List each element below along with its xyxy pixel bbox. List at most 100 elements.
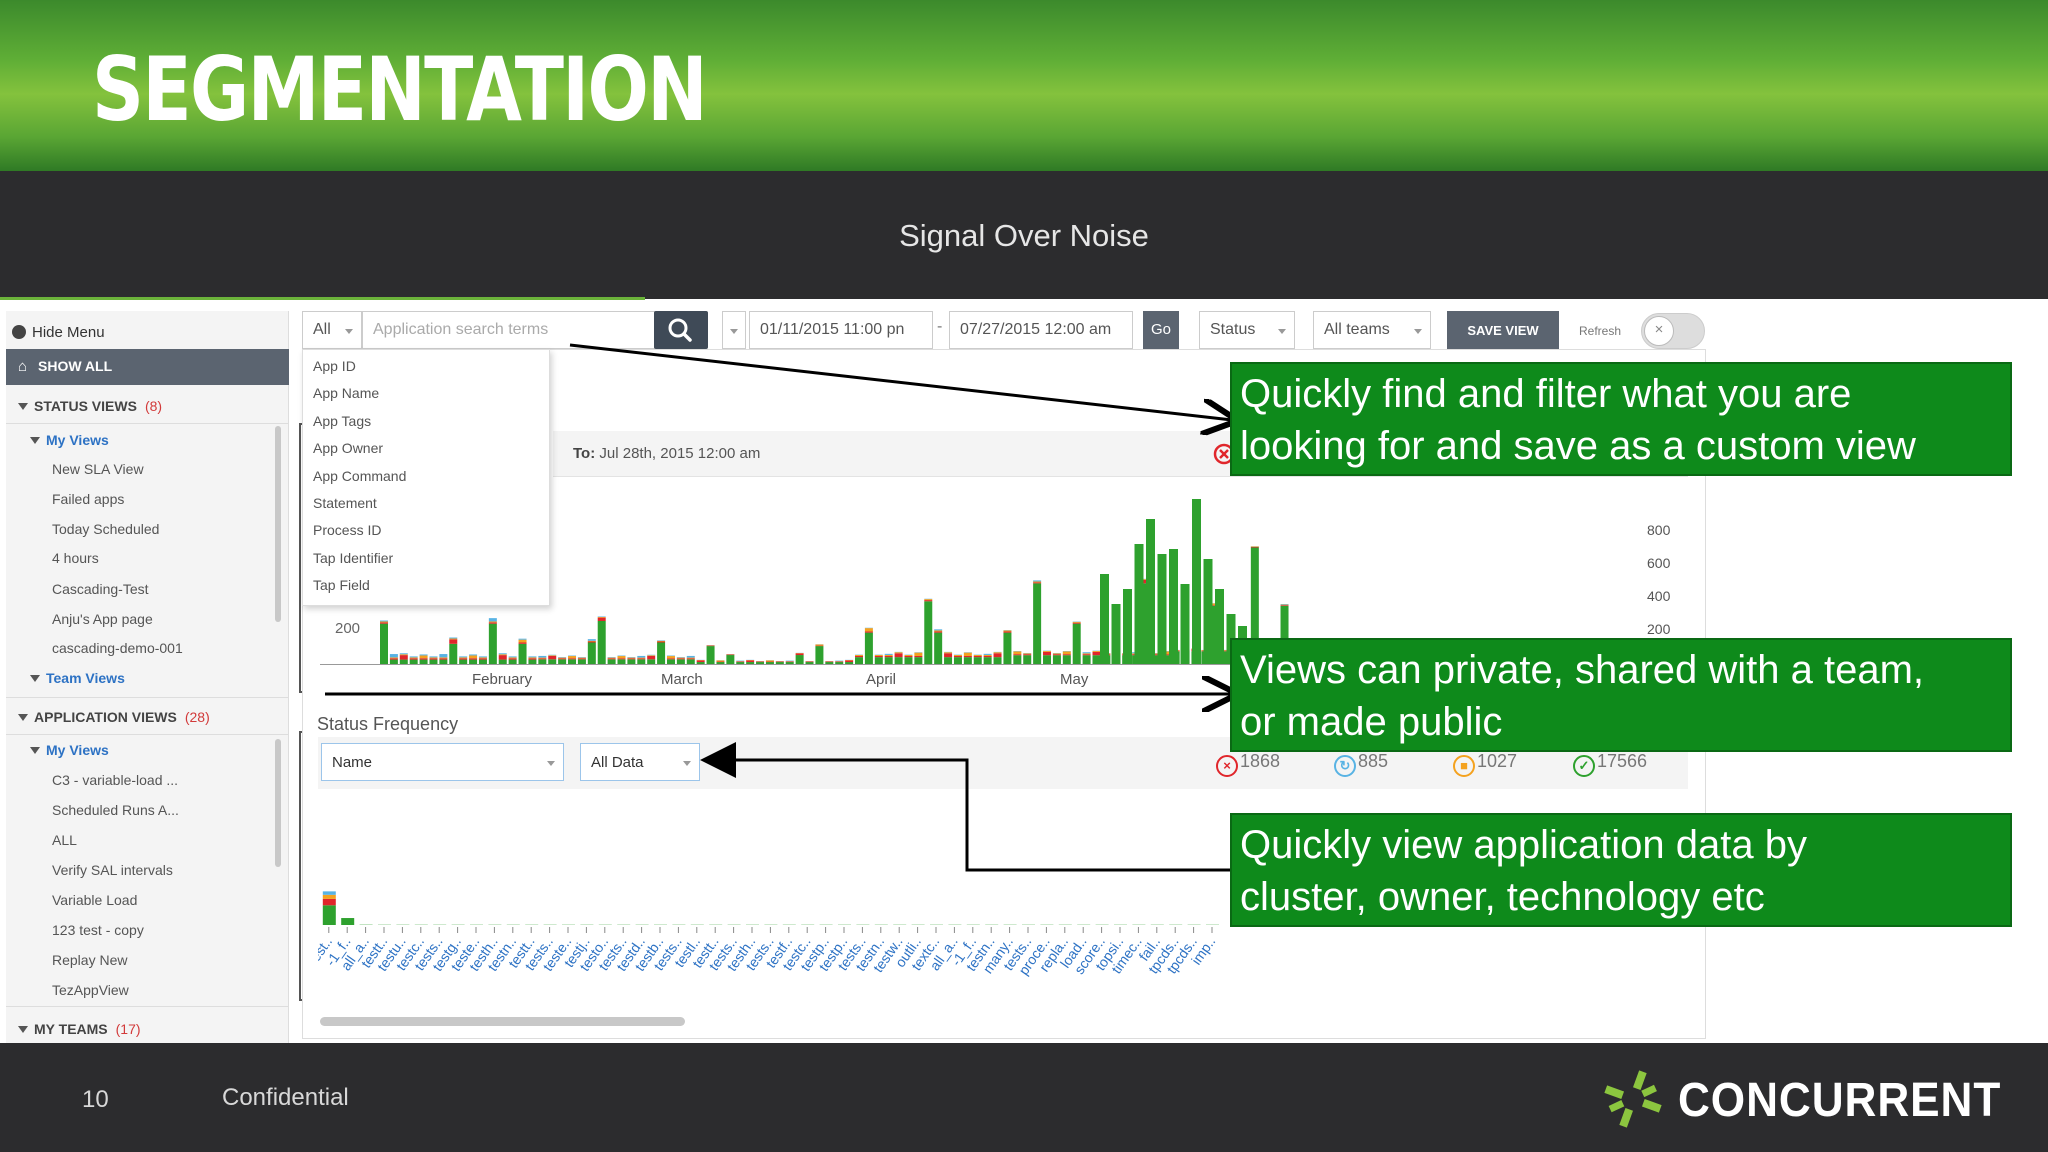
teams-select[interactable]: All teams	[1313, 311, 1431, 349]
timeline-bar	[498, 655, 507, 660]
timeline-bar	[914, 652, 923, 656]
divider	[6, 423, 289, 424]
failed-icon: ×	[1216, 755, 1238, 777]
dropdown-item[interactable]: App Tags	[313, 413, 371, 429]
timeline-bar	[1043, 651, 1052, 656]
sidebar-item[interactable]: C3 - variable-load ...	[52, 772, 178, 788]
team-views[interactable]: Team Views	[30, 670, 125, 686]
show-all-label: SHOW ALL	[38, 358, 113, 374]
to-date-input[interactable]: 07/27/2015 12:00 am	[949, 311, 1133, 349]
stopped-count[interactable]: ■ 1027	[1453, 751, 1517, 777]
dropdown-item[interactable]: App Name	[313, 385, 379, 401]
sidebar-item[interactable]: Cascading-Test	[52, 581, 149, 597]
application-views-label: APPLICATION VIEWS	[34, 709, 177, 725]
failed-count-value: 1868	[1240, 751, 1281, 771]
timeline-bar	[934, 629, 943, 631]
sidebar-item[interactable]: 4 hours	[52, 550, 99, 566]
sidebar-item[interactable]: TezAppView	[52, 982, 129, 998]
go-button[interactable]: Go	[1143, 311, 1179, 349]
timeline-bar	[1023, 653, 1032, 655]
chart-horizontal-scrollbar[interactable]	[320, 1017, 685, 1026]
timeline-bar	[1203, 559, 1213, 664]
sidebar-item[interactable]: New SLA View	[52, 461, 144, 477]
chevron-down-icon	[1278, 329, 1286, 334]
timeline-bar	[657, 640, 666, 641]
data-filter-select[interactable]: All Data	[580, 743, 700, 781]
sidebar-item[interactable]: Replay New	[52, 952, 127, 968]
chevron-down-icon	[547, 761, 555, 766]
y-axis-tick: 800	[1647, 522, 1671, 538]
sidebar-item[interactable]: Variable Load	[52, 892, 137, 908]
dropdown-item[interactable]: Statement	[313, 495, 377, 511]
timeline-bar	[963, 652, 972, 656]
application-views-header[interactable]: APPLICATION VIEWS (28)	[18, 709, 210, 725]
status-select[interactable]: Status	[1199, 311, 1295, 349]
timeline-bar	[548, 655, 557, 660]
app-my-views[interactable]: My Views	[30, 742, 109, 758]
sidebar-item[interactable]: Verify SAL intervals	[52, 862, 173, 878]
sidebar-scrollbar[interactable]	[275, 426, 281, 622]
timeline-bar	[1072, 623, 1081, 664]
timeline-bar	[1092, 651, 1101, 656]
timeline-bar	[1003, 630, 1012, 632]
sidebar-item[interactable]: ALL	[52, 832, 77, 848]
hide-menu-button[interactable]: Hide Menu	[12, 324, 105, 341]
status-my-views[interactable]: My Views	[30, 432, 109, 448]
search-input[interactable]: Application search terms	[362, 311, 655, 349]
scope-select[interactable]: All	[302, 311, 362, 349]
timeline-bar	[864, 632, 873, 664]
success-count[interactable]: ✓ 17566	[1573, 751, 1647, 777]
callout-line: Quickly find and filter what you are	[1240, 372, 1852, 416]
dropdown-item[interactable]: Tap Field	[313, 577, 370, 593]
timeline-bar	[1082, 652, 1091, 654]
timeline-bar	[568, 658, 577, 660]
dropdown-item[interactable]: App Owner	[313, 440, 383, 456]
range-to-label: To:	[573, 445, 596, 462]
timeline-bar	[676, 657, 685, 658]
y-axis-tick: 600	[1647, 555, 1671, 571]
callout-line: or made public	[1240, 700, 1503, 744]
dropdown-item[interactable]: Process ID	[313, 522, 381, 538]
date-range-select[interactable]	[722, 311, 746, 349]
timeline-bar	[488, 623, 497, 664]
dropdown-item[interactable]: App Command	[313, 468, 406, 484]
sidebar-item[interactable]: cascading-demo-001	[52, 640, 183, 656]
my-teams-header[interactable]: MY TEAMS (17)	[18, 1021, 141, 1037]
timeline-bar	[558, 658, 567, 660]
timeline-bar	[380, 620, 388, 622]
timeline-bar	[1052, 654, 1061, 656]
sidebar-scrollbar[interactable]	[275, 739, 281, 867]
sidebar-item[interactable]: 123 test - copy	[52, 922, 144, 938]
caret-down-icon	[18, 403, 28, 410]
from-date-input[interactable]: 01/11/2015 11:00 pn	[749, 311, 933, 349]
dropdown-item[interactable]: Tap Identifier	[313, 550, 393, 566]
timeline-bar	[577, 657, 586, 659]
sidebar-item[interactable]: Today Scheduled	[52, 521, 159, 537]
sidebar-item[interactable]: Failed apps	[52, 491, 124, 507]
hide-menu-label: Hide Menu	[32, 324, 105, 341]
status-select-label: Status	[1210, 321, 1256, 338]
failed-count[interactable]: × 1868	[1216, 751, 1280, 777]
refresh-toggle[interactable]: ×	[1641, 313, 1705, 349]
dropdown-item[interactable]: App ID	[313, 358, 356, 374]
show-all-button[interactable]: ⌂ SHOW ALL	[6, 349, 289, 385]
running-count[interactable]: ↻ 885	[1334, 751, 1388, 777]
range-to: To: Jul 28th, 2015 12:00 am	[573, 445, 760, 462]
timeline-bar	[478, 658, 487, 660]
status-views-header[interactable]: STATUS VIEWS (8)	[18, 398, 162, 414]
timeline-bar	[597, 616, 606, 617]
search-button[interactable]	[654, 311, 708, 349]
timeline-bar	[637, 658, 646, 660]
sidebar-item[interactable]: Anju's App page	[52, 611, 153, 627]
brand-name: CONCURRENT	[1678, 1074, 2002, 1127]
timeline-bar	[607, 658, 616, 660]
timeline-bar	[627, 657, 636, 658]
timeline-bar	[409, 658, 418, 660]
search-field-dropdown[interactable]: App ID App Name App Tags App Owner App C…	[302, 349, 550, 606]
group-by-select[interactable]: Name	[321, 743, 564, 781]
sidebar-item[interactable]: Scheduled Runs A...	[52, 802, 179, 818]
save-view-button[interactable]: SAVE VIEW	[1447, 311, 1559, 349]
timeline-bar	[568, 655, 577, 657]
timeline-bar	[409, 657, 418, 659]
timeline-bar	[518, 643, 527, 664]
